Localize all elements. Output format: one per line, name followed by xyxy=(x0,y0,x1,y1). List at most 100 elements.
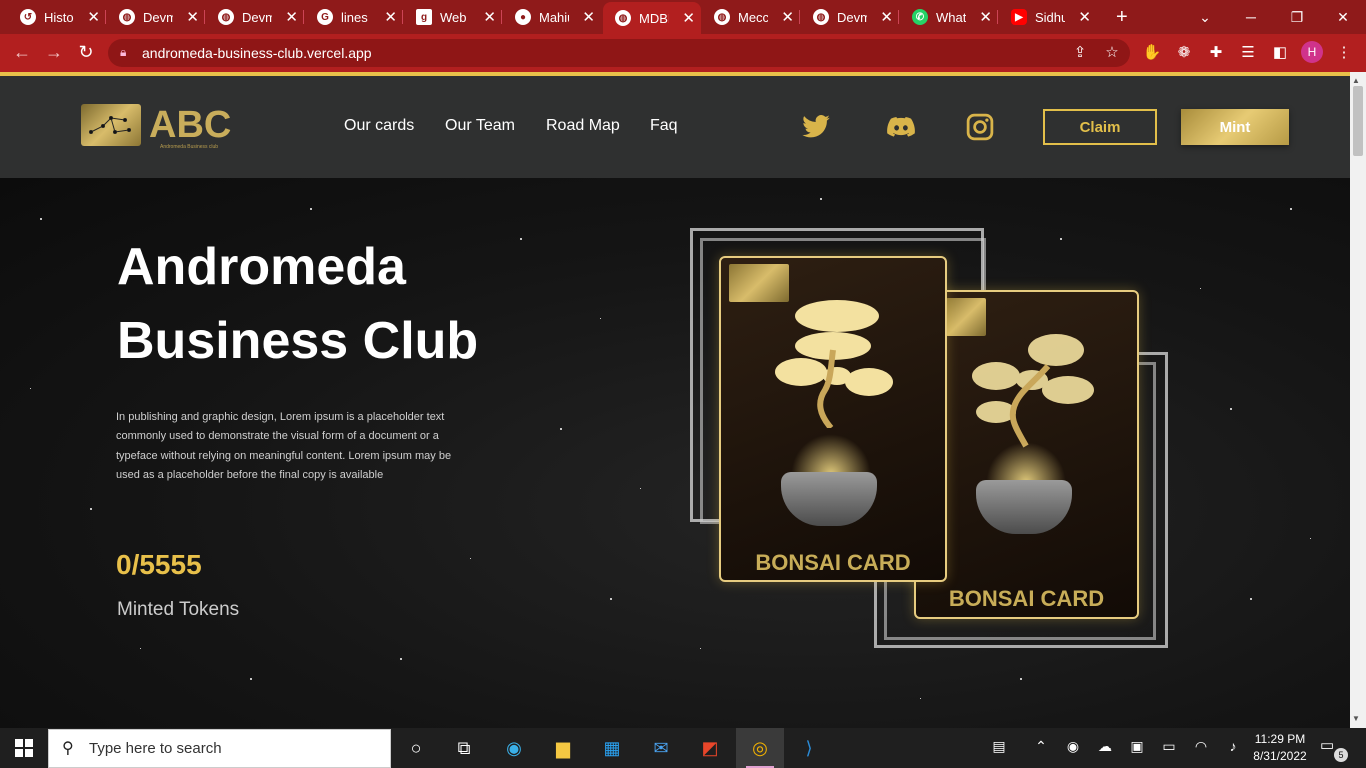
media-queue-icon[interactable]: ☰ xyxy=(1238,43,1258,61)
bonsai-card-2[interactable]: BONSAI CARD xyxy=(914,290,1139,619)
wifi-icon[interactable]: ◠ xyxy=(1190,738,1212,755)
close-tab-icon[interactable]: ✕ xyxy=(384,8,397,26)
reload-icon[interactable]: ↻ xyxy=(75,42,97,63)
back-icon[interactable]: ← xyxy=(11,42,33,63)
tab-search-icon[interactable]: ⌄ xyxy=(1182,0,1228,34)
mail-icon[interactable]: ✉ xyxy=(637,728,685,768)
tab-history[interactable]: ↺History✕ xyxy=(8,4,106,30)
close-tab-icon[interactable]: ✕ xyxy=(880,8,893,26)
close-tab-icon[interactable]: ✕ xyxy=(285,8,298,26)
claim-button[interactable]: Claim xyxy=(1043,109,1157,145)
tab-mahiul[interactable]: ●Mahiul✕ xyxy=(503,4,601,30)
close-window-button[interactable]: ✕ xyxy=(1320,0,1366,34)
nav-our-team[interactable]: Our Team xyxy=(445,117,515,135)
vscode-icon[interactable]: ⟩ xyxy=(785,728,833,768)
edge-icon[interactable]: ◉ xyxy=(490,728,538,768)
tab-lines[interactable]: Glines at✕ xyxy=(305,4,403,30)
instagram-icon[interactable] xyxy=(964,112,996,147)
tab-devmart-1[interactable]: ◍Devmart✕ xyxy=(107,4,205,30)
nav-our-cards[interactable]: Our cards xyxy=(344,117,414,135)
news-widget-icon[interactable]: ▤ xyxy=(988,738,1010,755)
close-tab-icon[interactable]: ✕ xyxy=(682,9,695,27)
close-tab-icon[interactable]: ✕ xyxy=(582,8,595,26)
minted-token-label: Minted Tokens xyxy=(117,599,240,620)
twitter-icon[interactable] xyxy=(799,112,833,147)
whatsapp-icon: ✆ xyxy=(912,9,928,25)
taskbar-search-box[interactable]: ⚲ Type here to search xyxy=(48,729,391,768)
menu-kebab-icon[interactable]: ⋮ xyxy=(1334,43,1354,61)
search-icon: ⚲ xyxy=(62,740,74,757)
logo-subtitle: Andromeda Business club xyxy=(160,144,219,150)
lock-icon: 🔒︎ xyxy=(120,45,127,59)
page-scrollbar[interactable] xyxy=(1350,72,1366,728)
new-tab-button[interactable]: + xyxy=(1104,4,1134,30)
nav-faq[interactable]: Faq xyxy=(650,117,678,135)
onedrive-icon[interactable]: ☁ xyxy=(1094,738,1116,755)
forward-icon[interactable]: → xyxy=(43,42,65,63)
minted-token-count: 0/5555 xyxy=(116,549,202,580)
close-tab-icon[interactable]: ✕ xyxy=(1078,8,1091,26)
store-icon[interactable]: ▦ xyxy=(588,728,636,768)
bookmark-star-icon[interactable]: ☆ xyxy=(1102,43,1122,61)
notification-center-icon[interactable]: ▭ xyxy=(1320,736,1334,754)
hero-description: In publishing and graphic design, Lorem … xyxy=(116,411,452,481)
task-view-icon[interactable]: ⧉ xyxy=(440,728,488,768)
extensions-puzzle-icon[interactable]: ✚ xyxy=(1206,43,1226,61)
webcam-icon[interactable]: ◉ xyxy=(1062,738,1084,755)
restore-button[interactable]: ❐ xyxy=(1274,0,1320,34)
site-logo[interactable]: ABC xyxy=(81,104,231,146)
cortana-icon[interactable]: ○ xyxy=(392,728,440,768)
close-tab-icon[interactable]: ✕ xyxy=(87,8,100,26)
security-icon[interactable]: ▣ xyxy=(1126,738,1148,755)
tab-whatsapp[interactable]: ✆Whats✕ xyxy=(900,4,998,30)
mint-button[interactable]: Mint xyxy=(1181,109,1289,145)
close-tab-icon[interactable]: ✕ xyxy=(979,8,992,26)
chrome-icon[interactable]: ◎ xyxy=(736,728,784,768)
scrollbar-thumb[interactable] xyxy=(1353,86,1363,156)
nav-road-map[interactable]: Road Map xyxy=(546,117,620,135)
card-label: BONSAI CARD xyxy=(755,550,911,575)
side-panel-icon[interactable]: ◧ xyxy=(1270,43,1290,61)
extension-film-icon[interactable]: ❁ xyxy=(1174,43,1194,61)
globe-icon: ◍ xyxy=(218,9,234,25)
bonsai-pot xyxy=(781,472,877,526)
scroll-up-arrow-icon[interactable]: ▲ xyxy=(1352,76,1360,85)
notification-count-badge: 5 xyxy=(1334,748,1348,762)
scroll-down-arrow-icon[interactable]: ▼ xyxy=(1352,714,1360,723)
battery-icon[interactable]: ▭ xyxy=(1158,738,1180,755)
show-hidden-icons-icon[interactable]: ⌃ xyxy=(1030,738,1052,755)
volume-icon[interactable]: ♪ xyxy=(1222,738,1244,754)
globe-icon: ◍ xyxy=(119,9,135,25)
profile-avatar[interactable]: H xyxy=(1301,41,1323,63)
url-text: andromeda-business-club.vercel.app xyxy=(142,45,372,61)
close-tab-icon[interactable]: ✕ xyxy=(781,8,794,26)
card-constellation-badge xyxy=(729,264,789,302)
pot-glow xyxy=(791,434,871,474)
address-bar[interactable]: 🔒︎ andromeda-business-club.vercel.app xyxy=(108,39,1130,67)
system-clock[interactable]: 11:29 PM 8/31/2022 xyxy=(1252,731,1308,765)
file-explorer-icon[interactable]: ▆ xyxy=(539,728,587,768)
minimize-button[interactable]: ─ xyxy=(1228,0,1274,34)
windows-start-icon[interactable] xyxy=(0,728,48,768)
share-icon[interactable]: ⇪ xyxy=(1070,43,1090,61)
close-tab-icon[interactable]: ✕ xyxy=(483,8,496,26)
bonsai-card-1[interactable]: BONSAI CARD xyxy=(719,256,947,582)
tab-sidhu[interactable]: ▶ Sidhu ✕ xyxy=(999,4,1097,30)
close-tab-icon[interactable]: ✕ xyxy=(186,8,199,26)
tab-web-d[interactable]: gWeb D✕ xyxy=(404,4,502,30)
card-label: BONSAI CARD xyxy=(948,586,1105,611)
extension-hand-icon[interactable]: ✋ xyxy=(1142,43,1162,61)
globe-icon: ◍ xyxy=(714,9,730,25)
browser-tab-strip: ↺History✕ ◍Devmart✕ ◍Devmart✕ Glines at✕… xyxy=(0,0,1366,34)
tab-mdbr-active[interactable]: ◍MDBR✕ xyxy=(603,2,701,34)
clock-time: 11:29 PM xyxy=(1254,732,1306,746)
clock-date: 8/31/2022 xyxy=(1253,749,1307,763)
tab-mecca[interactable]: ◍Mecca✕ xyxy=(702,4,800,30)
pot-glow xyxy=(986,442,1066,482)
office-icon[interactable]: ◩ xyxy=(686,728,734,768)
tab-devmart-2[interactable]: ◍Devmart✕ xyxy=(206,4,304,30)
hero-title-line-2: Business Club xyxy=(117,312,479,370)
g-icon: g xyxy=(416,9,432,25)
discord-icon[interactable] xyxy=(884,112,918,147)
tab-devma[interactable]: ◍Devma✕ xyxy=(801,4,899,30)
